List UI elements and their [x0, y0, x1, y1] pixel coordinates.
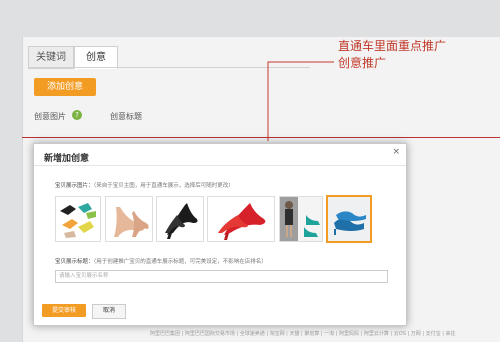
annotation-text: 直通车里面重点推广 创意推广 [338, 38, 446, 72]
thumbnail-option[interactable] [279, 196, 323, 242]
close-icon[interactable]: × [392, 147, 400, 157]
annotation-line-2: 创意推广 [338, 56, 387, 70]
annotation-line-1: 直通车里面重点推广 [338, 39, 447, 53]
model-with-shoes-image [280, 197, 322, 241]
cancel-button[interactable]: 取消 [92, 304, 126, 319]
title-label-row: 宝贝展示标题：（用于创建推广宝贝的直通车展示标题，可完美设定，不影响在店排名） [55, 257, 267, 265]
title-hint: （用于创建推广宝贝的直通车展示标题，可完美设定，不影响在店排名） [93, 259, 267, 265]
shoes-assorted-colors-image [56, 197, 100, 241]
thumbnail-option[interactable] [156, 196, 204, 242]
thumbnail-option[interactable] [207, 196, 275, 242]
dialog-title: 新增加创意 [44, 154, 90, 164]
shoe-black-pump-image [157, 197, 203, 241]
shoes-blue-pair-image [328, 197, 370, 241]
image-label-row: 宝贝展示图片：（来自于宝贝主图，用于直通车展示，选择后可随时更改） [55, 181, 234, 189]
new-creative-dialog: 新增加创意 × 宝贝展示图片：（来自于宝贝主图，用于直通车展示，选择后可随时更改… [33, 143, 407, 326]
image-label: 宝贝展示图片： [55, 183, 94, 189]
dialog-divider [34, 165, 406, 166]
shoe-nude-pump-image [106, 197, 152, 241]
footer-links: 阿里巴巴集团 | 阿里巴巴国际交易市场 | 全球速卖通 | 淘宝网 | 天猫 |… [150, 331, 456, 337]
submit-review-button[interactable]: 提交审核 [42, 304, 86, 317]
image-hint: （来自于宝贝主图，用于直通车展示，选择后可随时更改） [93, 183, 234, 189]
thumbnail-option-selected[interactable] [326, 195, 372, 243]
thumbnail-option[interactable] [55, 196, 101, 242]
thumbnail-option[interactable] [105, 196, 153, 242]
shoe-red-pump-image [208, 197, 274, 241]
title-label: 宝贝展示标题： [55, 259, 94, 265]
creative-title-input[interactable]: 请输入宝贝展示名称 [55, 270, 388, 283]
